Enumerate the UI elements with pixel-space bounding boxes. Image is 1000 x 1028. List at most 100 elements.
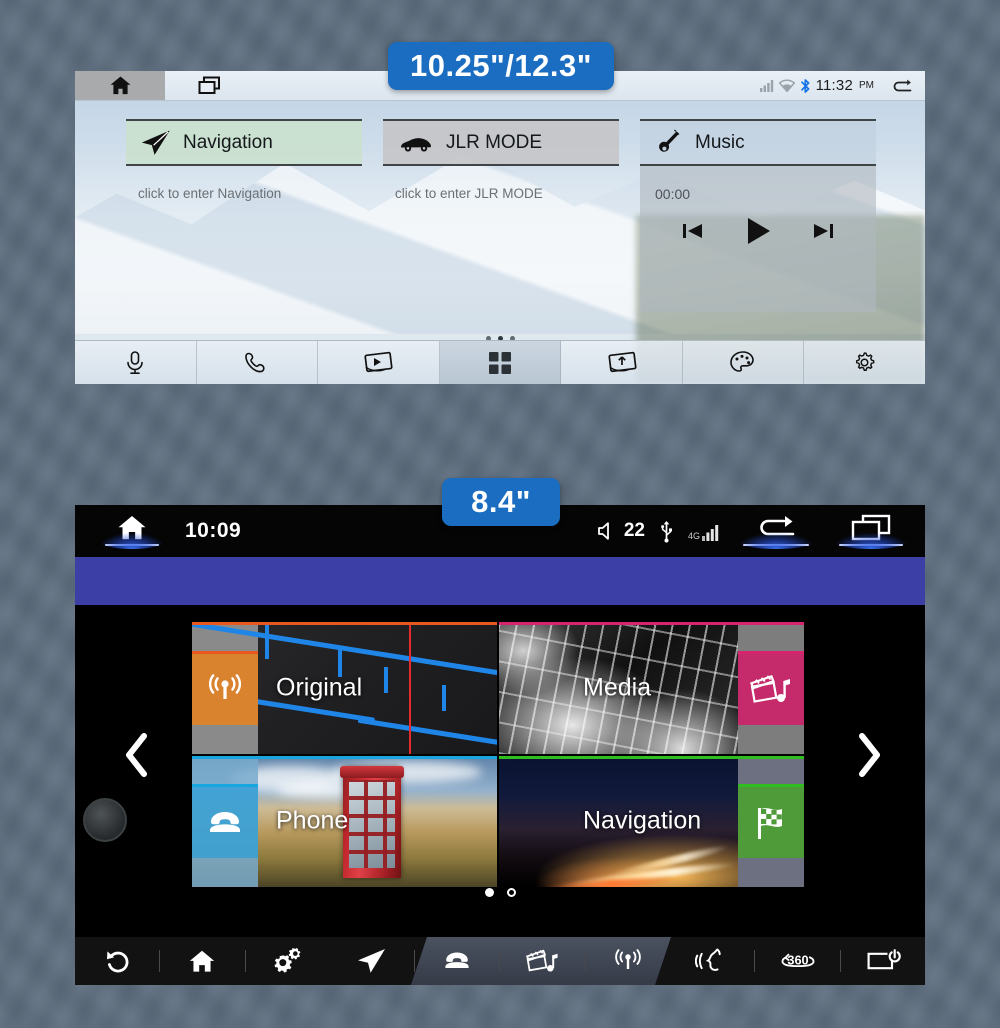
clapperboard-note-icon	[750, 671, 792, 707]
size-badge-top: 10.25"/12.3"	[388, 42, 614, 90]
tile-phone-label: Phone	[276, 806, 349, 835]
telephone-icon	[440, 949, 474, 973]
back-arrow-icon	[104, 948, 130, 974]
gear-icon	[851, 349, 878, 376]
previous-track-button[interactable]	[680, 220, 706, 242]
tile-media-badge	[738, 622, 804, 754]
radio-nav-item[interactable]	[586, 937, 670, 985]
page-dot[interactable]	[506, 888, 516, 897]
carousel-prev-button[interactable]	[111, 725, 163, 785]
widget-music[interactable]: Music 00:00	[640, 119, 876, 338]
screen-media-icon	[361, 350, 395, 376]
car-icon	[399, 133, 433, 153]
bluetooth-icon	[800, 78, 811, 94]
bottom-status-right: 22 4G	[596, 513, 911, 549]
bottom-clock: 10:09	[185, 519, 242, 542]
tile-original-accent	[192, 622, 497, 625]
widget-navigation-title: Navigation	[183, 131, 273, 153]
widget-row: Navigation click to enter Navigation JLR…	[75, 101, 925, 338]
home-status-button[interactable]	[97, 513, 167, 549]
tile-grid: Original Media Phone Navigation	[192, 622, 804, 887]
settings-dock-item[interactable]	[804, 341, 925, 384]
media-dock-item[interactable]	[318, 341, 440, 384]
clock-label: 11:32	[815, 77, 853, 94]
tile-navigation[interactable]: Navigation	[499, 755, 804, 887]
home-icon	[187, 948, 217, 975]
theme-dock-item[interactable]	[683, 341, 805, 384]
tile-original-badge	[192, 622, 258, 754]
widget-navigation-hint: click to enter Navigation	[138, 186, 282, 201]
apps-dock-item[interactable]	[439, 341, 562, 384]
home-icon	[115, 513, 149, 543]
phone-dock-item[interactable]	[197, 341, 319, 384]
tile-navigation-label: Navigation	[583, 806, 702, 835]
radio-tower-icon	[205, 669, 245, 709]
radio-tower-icon	[610, 945, 646, 977]
widget-navigation[interactable]: Navigation click to enter Navigation	[126, 119, 362, 338]
music-transport-controls	[640, 215, 876, 247]
widget-jlr-title: JLR MODE	[446, 131, 543, 153]
back-nav-item[interactable]	[75, 937, 159, 985]
next-track-button[interactable]	[810, 220, 836, 242]
clapperboard-note-icon	[525, 946, 560, 976]
media-nav-item[interactable]	[500, 937, 584, 985]
voice-dock-item[interactable]	[75, 341, 197, 384]
checkered-flag-icon	[751, 804, 791, 842]
widget-jlr-hint: click to enter JLR MODE	[395, 186, 543, 201]
head-unit-84: 10:09 22 4G Original Media Phone Navigat…	[75, 505, 925, 985]
music-elapsed-time: 00:00	[655, 186, 691, 202]
wifi-icon	[778, 79, 795, 92]
page-dot-active[interactable]	[484, 888, 494, 897]
gears-icon	[271, 946, 305, 976]
recents-status-button[interactable]	[831, 513, 911, 549]
widget-jlr-mode[interactable]: JLR MODE click to enter JLR MODE	[383, 119, 619, 338]
tile-phone[interactable]: Phone	[192, 755, 497, 887]
play-button[interactable]	[741, 215, 775, 247]
volume-indicator[interactable]: 22	[596, 520, 645, 542]
top-dock	[75, 340, 925, 384]
rotary-knob[interactable]	[83, 798, 127, 842]
navigation-nav-item[interactable]	[330, 937, 414, 985]
size-badge-bottom: 8.4"	[442, 478, 560, 526]
recents-tab[interactable]	[165, 71, 255, 100]
guitar-icon	[656, 129, 682, 157]
network-label: 4G	[687, 530, 700, 541]
tile-media[interactable]: Media	[499, 622, 804, 754]
clock-ampm: PM	[859, 80, 874, 91]
widget-music-body: 00:00	[640, 166, 876, 202]
handset-icon	[244, 350, 270, 376]
home-tab[interactable]	[75, 71, 165, 100]
back-status-button[interactable]	[735, 513, 817, 549]
paper-plane-icon	[142, 129, 170, 156]
home-icon	[108, 74, 133, 97]
screen-power-icon	[865, 948, 901, 974]
recents-glow-bar	[839, 544, 903, 546]
palette-icon	[729, 350, 757, 376]
widget-music-header: Music	[640, 119, 876, 166]
screen-off-nav-item[interactable]	[841, 937, 925, 985]
widget-navigation-header: Navigation	[126, 119, 362, 166]
widget-jlr-header: JLR MODE	[383, 119, 619, 166]
tile-navigation-accent	[499, 755, 804, 759]
telephone-icon	[203, 808, 247, 838]
camera360-nav-item[interactable]: 360	[755, 937, 839, 985]
tile-carousel: Original Media Phone Navigation	[75, 605, 925, 905]
signal-bars-icon	[759, 79, 774, 92]
tile-media-label: Media	[583, 673, 652, 702]
paper-plane-icon	[356, 947, 388, 975]
back-arrow-icon[interactable]	[891, 77, 913, 95]
voice-command-icon	[695, 946, 729, 976]
home-nav-item[interactable]	[160, 937, 244, 985]
voice-nav-item[interactable]	[670, 937, 754, 985]
home-glow-bar	[105, 544, 159, 546]
360-camera-icon: 360	[778, 948, 818, 974]
tile-original[interactable]: Original	[192, 622, 497, 754]
phone-nav-item[interactable]	[415, 937, 499, 985]
volume-value: 22	[623, 520, 645, 541]
mirror-dock-item[interactable]	[561, 341, 683, 384]
back-glow-bar	[743, 544, 809, 546]
tile-original-label: Original	[276, 673, 363, 702]
carousel-next-button[interactable]	[843, 725, 895, 785]
settings-nav-item[interactable]	[246, 937, 330, 985]
widget-jlr-body: click to enter JLR MODE	[383, 166, 619, 201]
